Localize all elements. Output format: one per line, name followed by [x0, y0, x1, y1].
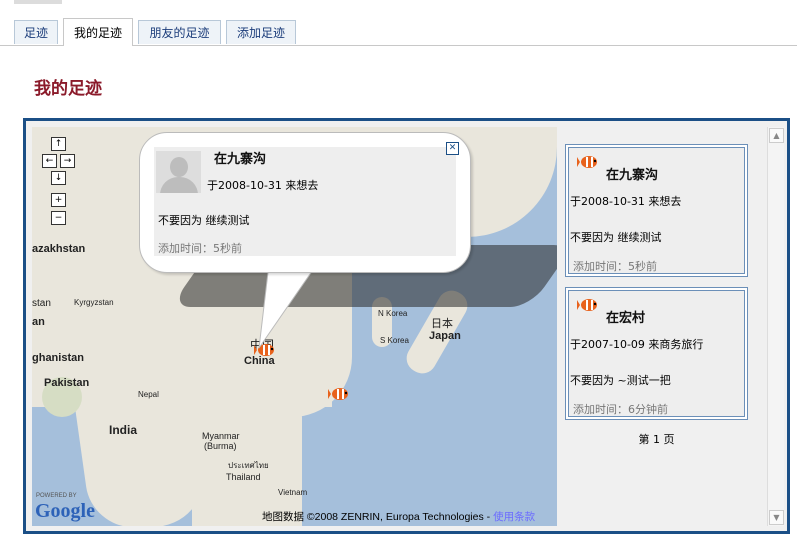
- label-thailand-cn: ประเทศไทย: [228, 461, 269, 470]
- zoom-in-button[interactable]: +: [51, 193, 66, 207]
- fish-marker-icon: [577, 156, 597, 168]
- pan-down-button[interactable]: ↓: [51, 171, 66, 185]
- map-copyright: 地图数据 ©2008 ZENRIN, Europa Technologies -…: [262, 509, 535, 524]
- pager: 第 1 页: [638, 433, 675, 446]
- label-japan-cn: 日本: [431, 318, 453, 330]
- label-vietnam: Vietnam: [278, 488, 308, 497]
- pan-right-button[interactable]: →: [60, 154, 75, 168]
- fish-marker-icon: [577, 299, 597, 311]
- tab-bar: 足迹 我的足迹 朋友的足迹 添加足迹: [0, 18, 797, 46]
- close-icon[interactable]: ✕: [446, 142, 459, 155]
- label-myanmar: Myanmar: [202, 431, 240, 441]
- tab-add-footprint[interactable]: 添加足迹: [226, 20, 296, 44]
- map-canvas[interactable]: azakhstan stan Kyrgyzstan an ghanistan P…: [32, 127, 557, 526]
- list-item-message: 不要因为 继续测试: [570, 231, 662, 244]
- tab-footprints[interactable]: 足迹: [14, 20, 58, 44]
- label-kyrgyzstan: Kyrgyzstan: [74, 298, 114, 307]
- pan-left-button[interactable]: ←: [42, 154, 57, 168]
- label-india: India: [109, 423, 138, 437]
- scroll-up-icon[interactable]: ▲: [769, 128, 784, 143]
- tab-friends-footprints[interactable]: 朋友的足迹: [138, 20, 221, 44]
- popup-tail: [258, 264, 318, 349]
- scroll-down-icon[interactable]: ▼: [769, 510, 784, 525]
- list-item[interactable]: 在九寨沟 于2008-10-31 来想去 不要因为 继续测试 添加时间：5秒前: [565, 144, 748, 277]
- label-thailand-en: Thailand: [226, 472, 261, 482]
- label-afghanistan: ghanistan: [32, 352, 84, 364]
- label-kazakhstan: azakhstan: [32, 243, 86, 255]
- terms-link[interactable]: 使用条款: [493, 511, 535, 523]
- label-burma: (Burma): [204, 441, 237, 451]
- label-an: an: [32, 316, 45, 328]
- list-item-title[interactable]: 在九寨沟: [606, 164, 658, 183]
- list-item-title[interactable]: 在宏村: [606, 307, 645, 326]
- scrollbar[interactable]: ▲ ▼: [767, 127, 784, 526]
- label-nepal: Nepal: [138, 390, 159, 399]
- label-south-korea: S Korea: [380, 336, 409, 345]
- copyright-text: ©2008 ZENRIN, Europa Technologies -: [306, 511, 491, 523]
- info-date: 于2008-10-31 来想去: [207, 179, 319, 192]
- info-title: 在九寨沟: [214, 152, 267, 167]
- map-marker-hongcun[interactable]: [328, 386, 352, 402]
- page-title: 我的足迹: [34, 79, 102, 99]
- info-added-time: 添加时间：5秒前: [158, 242, 242, 255]
- label-pakistan: Pakistan: [44, 377, 90, 389]
- powered-by: POWERED BY: [36, 493, 77, 499]
- list-item-added: 添加时间：6分钟前: [573, 403, 668, 416]
- list-item[interactable]: 在宏村 于2007-10-09 来商务旅行 不要因为 ~测试一把 添加时间：6分…: [565, 287, 748, 420]
- list-item-date: 于2008-10-31 来想去: [570, 195, 682, 208]
- avatar: [156, 151, 201, 193]
- info-message: 不要因为 继续测试: [158, 214, 250, 227]
- label-stan: stan: [32, 298, 51, 309]
- label-japan-en: Japan: [429, 330, 461, 342]
- tab-my-footprints[interactable]: 我的足迹: [63, 18, 133, 46]
- pan-up-button[interactable]: ↑: [51, 137, 66, 151]
- info-window: 在九寨沟 于2008-10-31 来想去 不要因为 继续测试 添加时间：5秒前 …: [139, 132, 471, 273]
- zoom-out-button[interactable]: −: [51, 211, 66, 225]
- list-item-message: 不要因为 ~测试一把: [570, 374, 671, 387]
- copyright-prefix: 地图数据: [262, 511, 304, 523]
- label-north-korea: N Korea: [378, 309, 408, 318]
- top-stub: [14, 0, 62, 4]
- list-item-date: 于2007-10-09 来商务旅行: [570, 338, 704, 351]
- list-item-added: 添加时间：5秒前: [573, 260, 657, 273]
- info-window-body: 在九寨沟 于2008-10-31 来想去 不要因为 继续测试 添加时间：5秒前: [154, 147, 456, 256]
- google-logo[interactable]: Google: [35, 500, 95, 523]
- map-widget: azakhstan stan Kyrgyzstan an ghanistan P…: [23, 118, 790, 534]
